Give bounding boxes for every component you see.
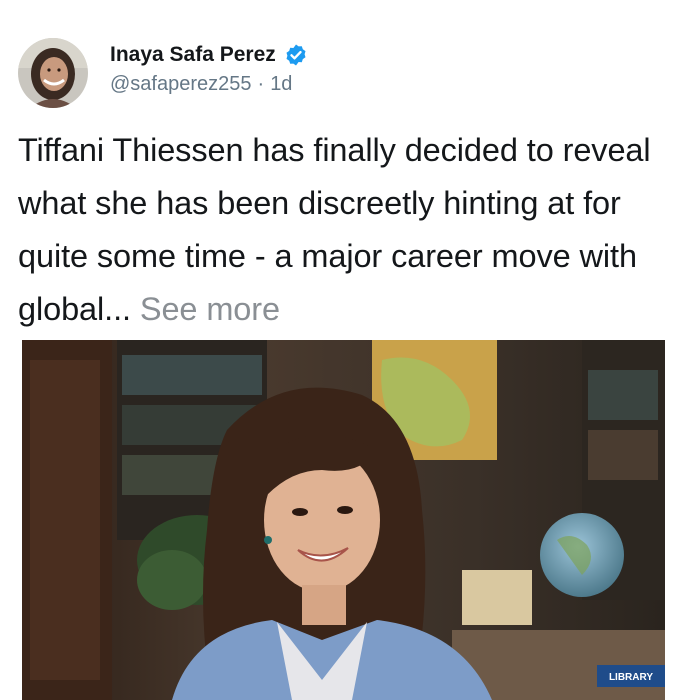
tweet-text: Tiffani Thiessen has finally decided to … [18,124,688,336]
avatar[interactable] [18,38,88,108]
library-sign-text: LIBRARY [609,672,653,683]
media-photo: LIBRARY [22,340,665,700]
tweet-timestamp[interactable]: 1d [270,73,292,96]
author-info: Inaya Safa Perez @safaperez255 · 1d [110,40,308,98]
verified-badge-icon [284,43,308,67]
see-more-link[interactable]: See more [140,291,280,327]
meta-separator: · [257,72,265,95]
tweet-header: Inaya Safa Perez @safaperez255 · 1d [18,38,308,108]
avatar-photo-icon [18,38,88,108]
display-name[interactable]: Inaya Safa Perez [110,43,276,67]
tweet-media-image[interactable]: LIBRARY [22,340,665,700]
author-meta: @safaperez255 · 1d [110,70,308,98]
tweet-text-content: Tiffani Thiessen has finally decided to … [18,132,651,327]
user-handle[interactable]: @safaperez255 [110,73,252,96]
tweet-card[interactable]: Inaya Safa Perez @safaperez255 · 1d Tiff… [0,0,700,700]
